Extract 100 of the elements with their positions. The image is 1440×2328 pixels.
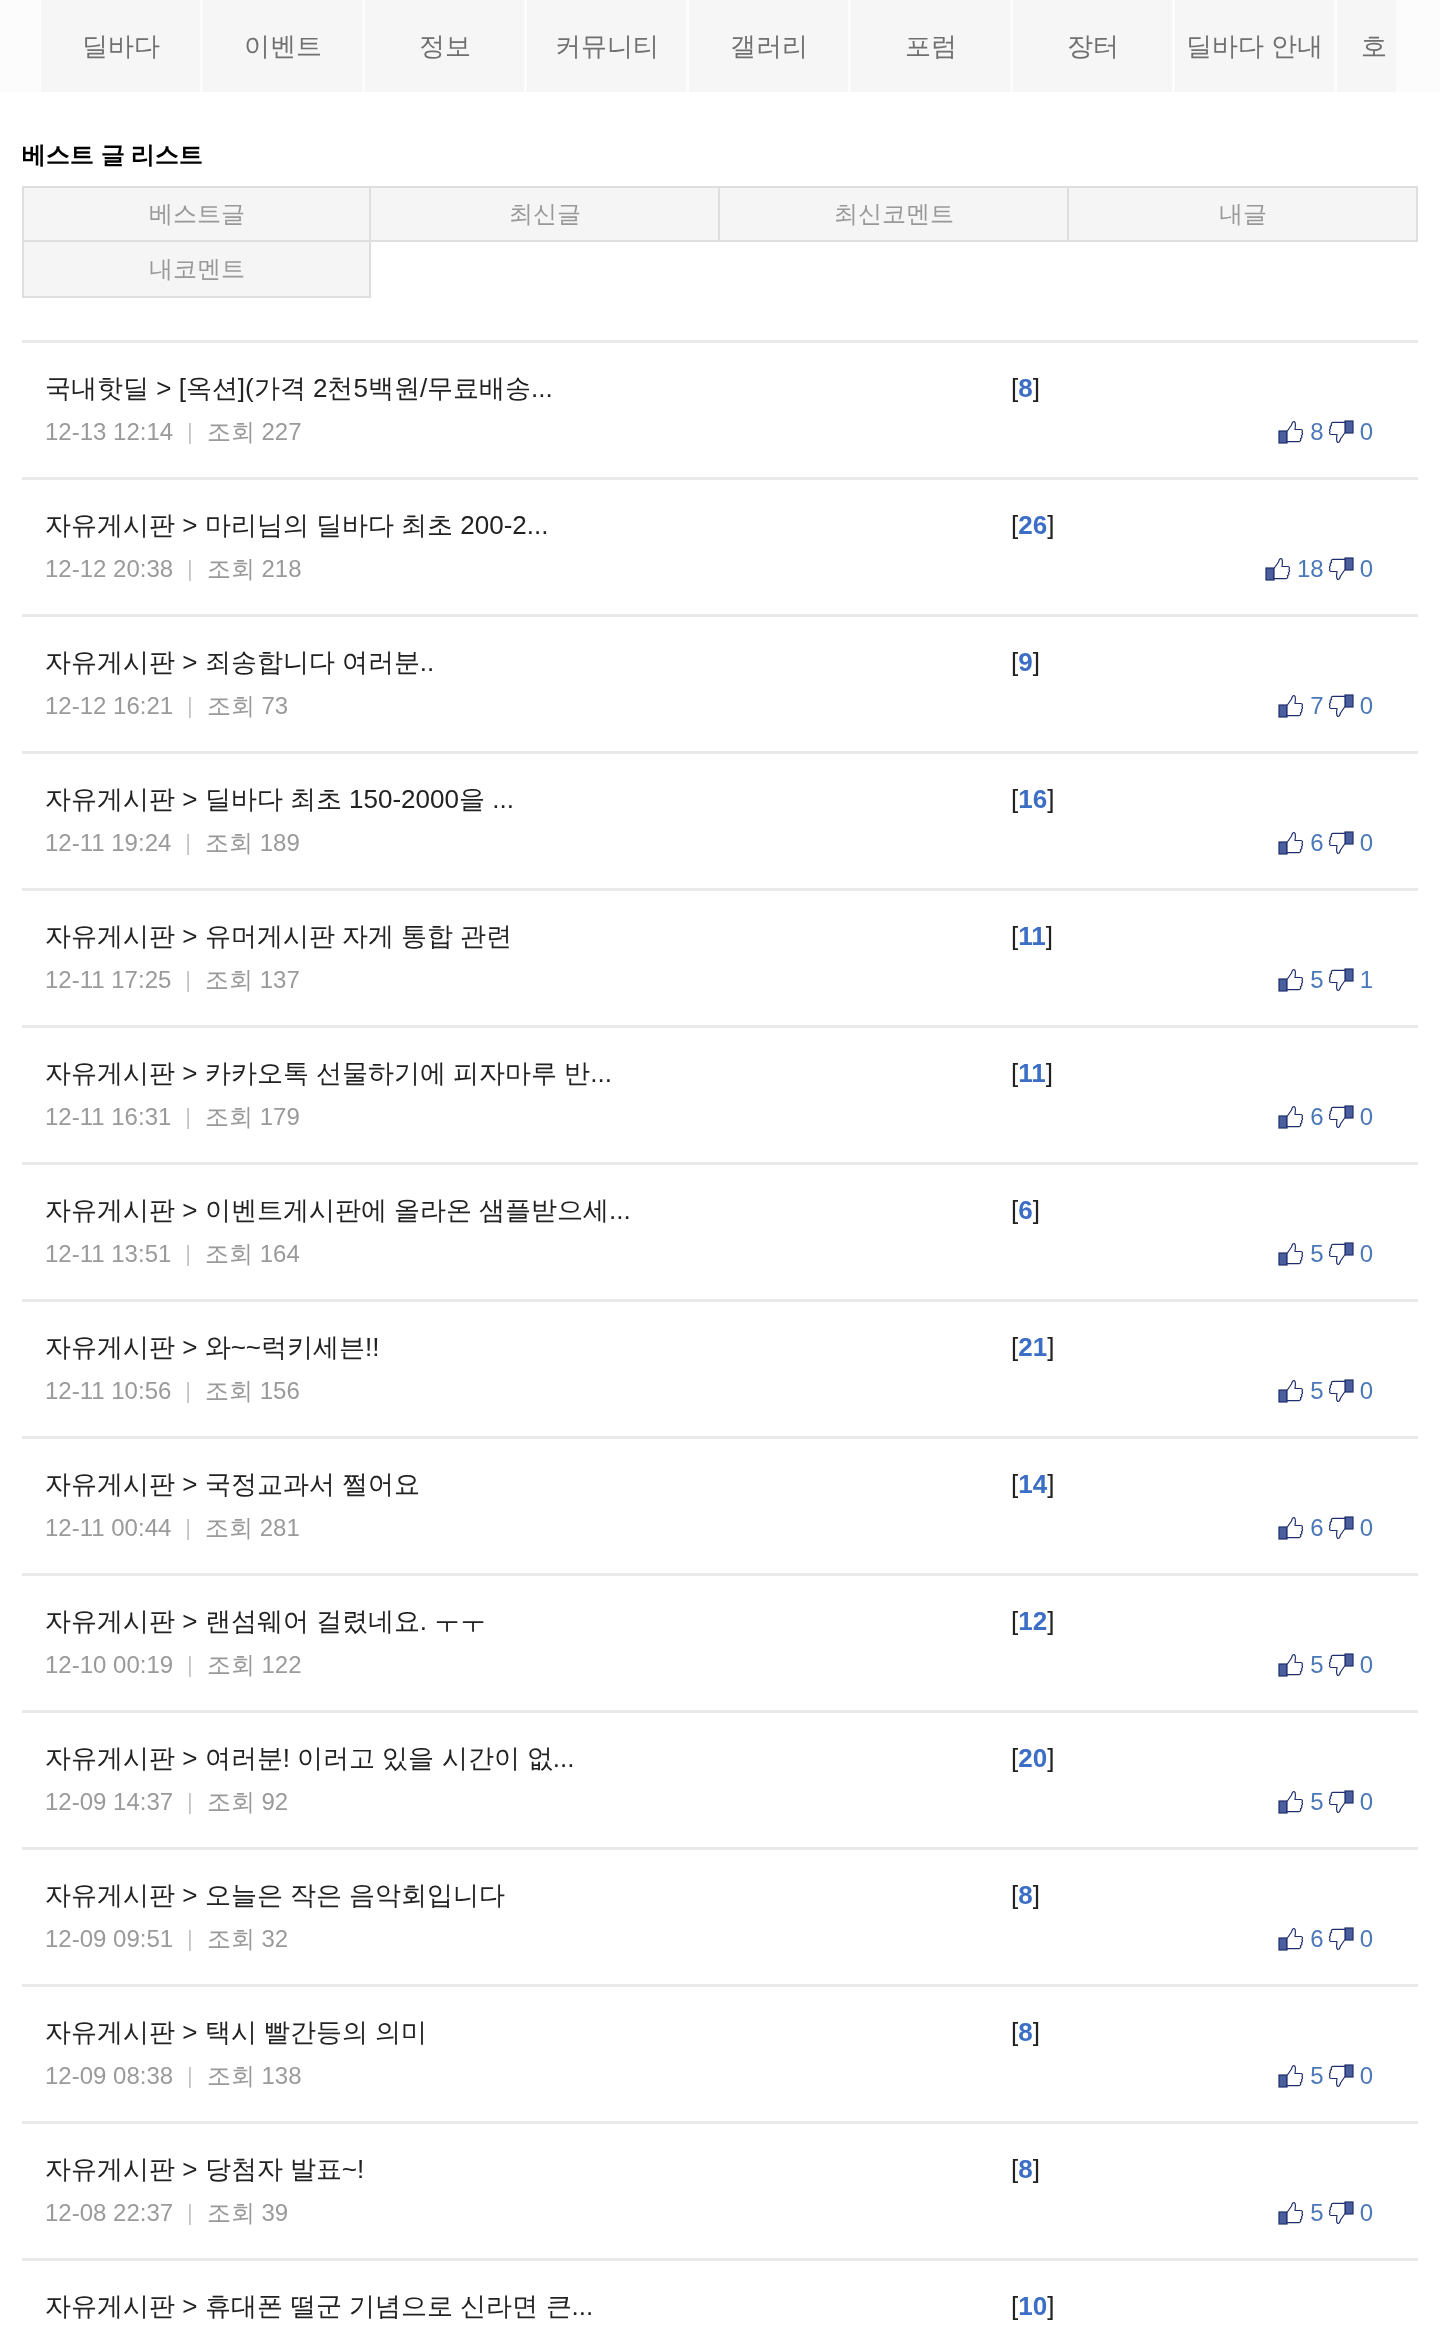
thumbs-up-icon[interactable]: [1278, 1105, 1305, 1129]
view-count: 조회 73: [206, 691, 289, 721]
dislike-count: 0: [1359, 417, 1373, 447]
comment-count: [21]: [1011, 1331, 1055, 1364]
post-date: 12-08 22:37: [45, 2198, 174, 2228]
thumbs-down-icon[interactable]: [1327, 1379, 1354, 1403]
post-date: 12-11 00:44: [45, 1513, 172, 1543]
thumbs-down-icon[interactable]: [1327, 968, 1354, 992]
thumbs-up-icon[interactable]: [1278, 1516, 1305, 1540]
like-count: 5: [1310, 1239, 1324, 1269]
nav-tab[interactable]: 커뮤니티: [527, 0, 686, 92]
dislike-count: 0: [1359, 691, 1373, 721]
like-count: 18: [1296, 554, 1324, 584]
like-count: 5: [1310, 965, 1324, 995]
dislike-count: 0: [1359, 1239, 1373, 1269]
comment-count: [11]: [1011, 1057, 1053, 1090]
post-date: 12-09 14:37: [45, 1787, 174, 1817]
view-count: 조회 32: [206, 1924, 289, 1954]
thumbs-up-icon[interactable]: [1278, 831, 1305, 855]
thumbs-up-icon[interactable]: [1278, 968, 1305, 992]
post-date: 12-09 09:51: [45, 1924, 174, 1954]
nav-tab[interactable]: 갤러리: [689, 0, 848, 92]
thumbs-up-icon[interactable]: [1278, 1242, 1305, 1266]
view-count: 조회 137: [205, 965, 300, 995]
like-count: 5: [1310, 2198, 1324, 2228]
separator: |: [185, 1377, 192, 1405]
view-count: 조회 218: [206, 554, 302, 584]
post-title[interactable]: 자유게시판 > 오늘은 작은 음악회입니다: [45, 1877, 1011, 1913]
thumbs-down-icon[interactable]: [1327, 1653, 1354, 1677]
view-count: 조회 92: [206, 1787, 289, 1817]
view-count: 조회 138: [206, 2061, 302, 2091]
separator: |: [187, 692, 193, 720]
thumbs-up-icon[interactable]: [1278, 2201, 1305, 2225]
post-date: 12-13 12:14: [45, 417, 174, 447]
nav-tab[interactable]: 딜바다 안내: [1175, 0, 1334, 92]
post-title[interactable]: 자유게시판 > 이벤트게시판에 올라온 샘플받으세...: [45, 1192, 1011, 1228]
nav-tab[interactable]: 호: [1337, 0, 1396, 92]
thumbs-up-icon[interactable]: [1278, 694, 1305, 718]
dislike-count: 0: [1359, 1787, 1373, 1817]
post-date: 12-12 16:21: [45, 691, 174, 721]
nav-tab[interactable]: 이벤트: [203, 0, 362, 92]
thumbs-down-icon[interactable]: [1327, 2201, 1354, 2225]
nav-tab[interactable]: 딜바다: [41, 0, 200, 92]
nav-tab[interactable]: 정보: [365, 0, 524, 92]
post-title[interactable]: 자유게시판 > 국정교과서 쩔어요: [45, 1466, 1011, 1502]
post-title[interactable]: 자유게시판 > 당첨자 발표~!: [45, 2151, 1011, 2187]
post-title[interactable]: 자유게시판 > 휴대폰 떨군 기념으로 신라면 큰...: [45, 2288, 1011, 2324]
thumbs-down-icon[interactable]: [1327, 557, 1354, 581]
separator: |: [185, 1514, 192, 1542]
post-date: 12-11 10:56: [45, 1376, 172, 1406]
thumbs-up-icon[interactable]: [1264, 557, 1291, 581]
view-count: 조회 122: [206, 1650, 302, 1680]
thumbs-down-icon[interactable]: [1327, 1516, 1354, 1540]
separator: |: [187, 1788, 193, 1816]
like-count: 6: [1310, 1102, 1324, 1132]
like-count: 5: [1310, 2061, 1324, 2091]
post-title[interactable]: 자유게시판 > 유머게시판 자게 통합 관련: [45, 918, 1011, 954]
thumbs-up-icon[interactable]: [1278, 420, 1305, 444]
post-title[interactable]: 자유게시판 > 딜바다 최초 150-2000을 ...: [45, 781, 1011, 817]
post-title[interactable]: 자유게시판 > 와~~럭키세븐!!: [45, 1329, 1011, 1365]
post-title[interactable]: 국내핫딜 > [옥션](가격 2천5백원/무료배송...: [45, 370, 1011, 406]
post-title[interactable]: 자유게시판 > 마리님의 딜바다 최초 200-2...: [45, 507, 1011, 543]
thumbs-up-icon[interactable]: [1278, 1927, 1305, 1951]
comment-count: [8]: [1011, 1879, 1040, 1912]
thumbs-down-icon[interactable]: [1327, 694, 1354, 718]
separator: |: [187, 2062, 193, 2090]
thumbs-up-icon[interactable]: [1278, 2064, 1305, 2088]
dislike-count: 0: [1359, 1513, 1373, 1543]
nav-tab[interactable]: 포럼: [851, 0, 1010, 92]
thumbs-down-icon[interactable]: [1327, 1927, 1354, 1951]
post-title[interactable]: 자유게시판 > 랜섬웨어 걸렸네요. ㅜㅜ: [45, 1603, 1011, 1639]
thumbs-down-icon[interactable]: [1327, 1105, 1354, 1129]
like-count: 6: [1310, 1513, 1324, 1543]
thumbs-up-icon[interactable]: [1278, 1790, 1305, 1814]
separator: |: [187, 2199, 193, 2227]
thumbs-down-icon[interactable]: [1327, 1790, 1354, 1814]
separator: |: [187, 418, 193, 446]
post-title[interactable]: 자유게시판 > 카카오톡 선물하기에 피자마루 반...: [45, 1055, 1011, 1091]
thumbs-up-icon[interactable]: [1278, 1379, 1305, 1403]
dislike-count: 0: [1359, 1376, 1373, 1406]
post-title[interactable]: 자유게시판 > 택시 빨간등의 의미: [45, 2014, 1011, 2050]
comment-count: [10]: [1011, 2290, 1055, 2323]
thumbs-down-icon[interactable]: [1327, 420, 1354, 444]
view-count: 조회 156: [205, 1376, 300, 1406]
post-date: 12-11 16:31: [45, 1102, 172, 1132]
post-date: 12-09 08:38: [45, 2061, 174, 2091]
thumbs-down-icon[interactable]: [1327, 1242, 1354, 1266]
nav-tab[interactable]: 장터: [1013, 0, 1172, 92]
comment-count: [6]: [1011, 1194, 1040, 1227]
comment-count: [20]: [1011, 1742, 1055, 1775]
post-title[interactable]: 자유게시판 > 죄송합니다 여러분..: [45, 644, 1011, 680]
separator: |: [187, 1651, 193, 1679]
separator: |: [187, 555, 193, 583]
post-title[interactable]: 자유게시판 > 여러분! 이러고 있을 시간이 없...: [45, 1740, 1011, 1776]
thumbs-up-icon[interactable]: [1278, 1653, 1305, 1677]
thumbs-down-icon[interactable]: [1327, 831, 1354, 855]
dislike-count: 0: [1359, 1102, 1373, 1132]
dislike-count: 0: [1359, 1650, 1373, 1680]
view-count: 조회 39: [206, 2198, 289, 2228]
thumbs-down-icon[interactable]: [1327, 2064, 1354, 2088]
